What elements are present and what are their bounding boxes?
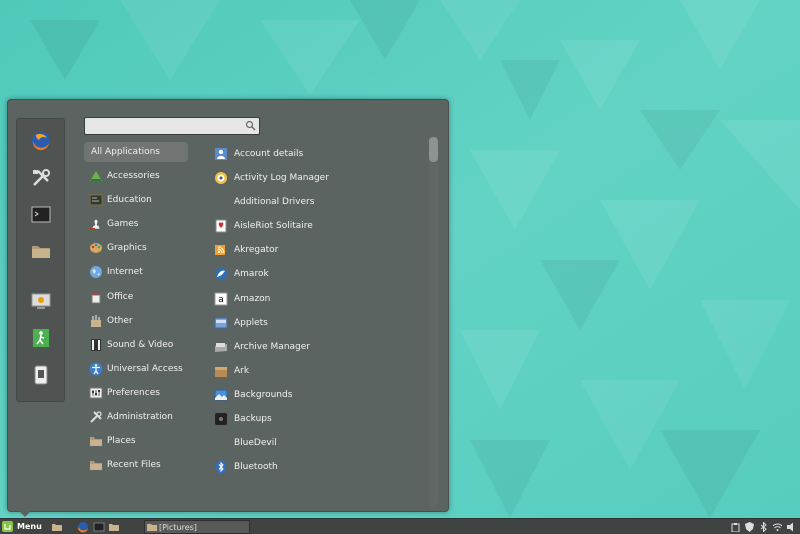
- app-amazon[interactable]: a Amazon: [214, 289, 424, 309]
- applets-icon: [214, 316, 228, 330]
- app-applets[interactable]: Applets: [214, 313, 424, 333]
- volume-icon[interactable]: [787, 522, 796, 532]
- category-games[interactable]: Games: [84, 214, 188, 234]
- app-archive-manager[interactable]: Archive Manager: [214, 337, 424, 357]
- update-shield-icon[interactable]: [745, 521, 754, 532]
- menu-button[interactable]: Menu: [2, 520, 46, 533]
- app-list-scrollbar[interactable]: [429, 137, 438, 507]
- category-universal-access[interactable]: Universal Access: [84, 359, 188, 379]
- universal-access-icon: [89, 362, 103, 376]
- account-icon: [214, 147, 228, 161]
- category-sound-video[interactable]: Sound & Video: [84, 335, 188, 355]
- app-akregator[interactable]: Akregator: [214, 240, 424, 260]
- category-administration[interactable]: Administration: [84, 407, 188, 427]
- sound-video-icon: [89, 338, 103, 352]
- category-all-applications[interactable]: All Applications: [84, 142, 188, 162]
- terminal-launcher-icon[interactable]: [92, 520, 105, 533]
- graphics-icon: [89, 241, 103, 255]
- archive-icon: [214, 340, 228, 354]
- category-places[interactable]: Places: [84, 431, 188, 451]
- logout-icon[interactable]: [29, 326, 53, 350]
- category-list: All Applications Accessories Education G…: [84, 142, 188, 479]
- app-aisleriot-solitaire[interactable]: AisleRiot Solitaire: [214, 216, 424, 236]
- search-input[interactable]: [89, 118, 239, 134]
- search-box: [84, 117, 260, 135]
- firefox-icon[interactable]: [29, 129, 53, 153]
- category-internet[interactable]: Internet: [84, 262, 188, 282]
- app-amarok[interactable]: Amarok: [214, 264, 424, 284]
- clipboard-icon[interactable]: [731, 522, 740, 532]
- category-education[interactable]: Education: [84, 190, 188, 210]
- taskbar-window-pictures[interactable]: [Pictures]: [144, 520, 250, 534]
- firefox-launcher-icon[interactable]: [76, 520, 89, 533]
- app-bluetooth[interactable]: Bluetooth: [214, 457, 424, 477]
- cards-icon: [214, 219, 228, 233]
- amazon-icon: a: [214, 292, 228, 306]
- app-additional-drivers[interactable]: Additional Drivers: [214, 192, 424, 212]
- app-bluedevil[interactable]: BlueDevil: [214, 433, 424, 453]
- category-preferences[interactable]: Preferences: [84, 383, 188, 403]
- category-accessories[interactable]: Accessories: [84, 166, 188, 186]
- accessories-icon: [89, 169, 103, 183]
- amarok-icon: [214, 267, 228, 281]
- ark-icon: [214, 364, 228, 378]
- category-other[interactable]: Other: [84, 311, 188, 331]
- menu-pointer: [18, 510, 32, 517]
- terminal-icon[interactable]: [29, 203, 53, 227]
- preferences-icon: [89, 386, 103, 400]
- scrollbar-thumb[interactable]: [429, 137, 438, 162]
- app-activity-log-manager[interactable]: Activity Log Manager: [214, 168, 424, 188]
- bluetooth-icon: [214, 460, 228, 474]
- administration-icon: [89, 410, 103, 424]
- category-graphics[interactable]: Graphics: [84, 238, 188, 258]
- taskbar: Menu [Pictures]: [0, 518, 800, 534]
- svg-text:a: a: [218, 295, 224, 305]
- show-desktop-icon[interactable]: [50, 520, 63, 533]
- app-account-details[interactable]: Account details: [214, 144, 424, 164]
- app-backgrounds[interactable]: Backgrounds: [214, 385, 424, 405]
- folder-icon: [147, 522, 157, 532]
- akregator-icon: [214, 243, 228, 257]
- category-office[interactable]: Office: [84, 287, 188, 307]
- folder-icon: [89, 434, 103, 448]
- mint-logo-icon: [2, 521, 13, 532]
- games-icon: [89, 217, 103, 231]
- folder-icon: [89, 458, 103, 472]
- application-menu: All Applications Accessories Education G…: [7, 99, 449, 512]
- education-icon: [89, 193, 103, 207]
- backups-icon: [214, 412, 228, 426]
- bluetooth-tray-icon[interactable]: [759, 521, 768, 532]
- system-tray: [731, 520, 796, 533]
- app-backups[interactable]: Backups: [214, 409, 424, 429]
- internet-icon: [89, 265, 103, 279]
- activity-log-icon: [214, 171, 228, 185]
- app-ark[interactable]: Ark: [214, 361, 424, 381]
- category-recent-files[interactable]: Recent Files: [84, 455, 188, 475]
- lock-screen-icon[interactable]: [29, 289, 53, 313]
- office-icon: [89, 290, 103, 304]
- favorites-panel: [16, 118, 65, 402]
- folder-icon[interactable]: [29, 239, 53, 263]
- backgrounds-icon: [214, 388, 228, 402]
- settings-tools-icon[interactable]: [29, 166, 53, 190]
- search-icon: [245, 120, 256, 131]
- files-launcher-icon[interactable]: [107, 520, 120, 533]
- shutdown-icon[interactable]: [29, 363, 53, 387]
- application-list: Account details Activity Log Manager Add…: [214, 144, 424, 481]
- network-icon[interactable]: [773, 522, 782, 532]
- other-icon: [89, 314, 103, 328]
